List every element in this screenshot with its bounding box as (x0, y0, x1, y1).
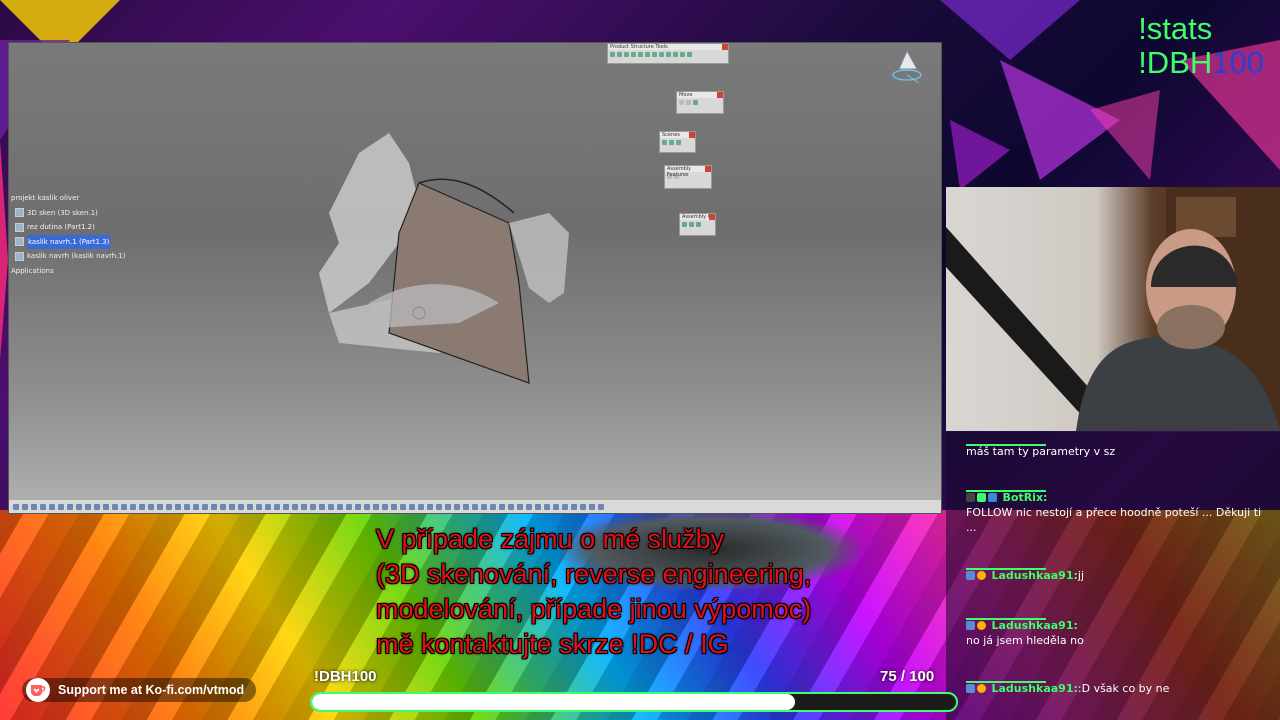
tree-item-label: kaslik navrh.1 (Part1.3) (27, 234, 111, 249)
part-icon (15, 237, 24, 247)
stats-command: !stats (1138, 11, 1213, 46)
goal-label: !DBH100 (314, 668, 377, 685)
chat-panel: máš tam ty parametry v sz BotRix: FOLLOW… (946, 432, 1280, 720)
specification-tree: projekt kaslik oliver 3D sken (3D sken.1)… (11, 191, 126, 278)
promo-line: modelování, případe jinou výpomoc) (376, 594, 812, 624)
promo-line: V případe zájmu o mé služby (376, 524, 725, 554)
dbh-command: !DBH100 (1138, 45, 1264, 80)
cad-viewport[interactable]: projekt kaslik oliver 3D sken (3D sken.1)… (8, 42, 942, 514)
compass-icon[interactable] (887, 47, 927, 87)
close-icon[interactable] (705, 166, 711, 172)
chat-message: Ladushkaa91::D však co by ne (966, 681, 1266, 696)
tree-item[interactable]: Applications (11, 264, 126, 279)
promo-line: mě kontaktujte skrze !DC / IG (376, 629, 729, 659)
tree-item-label: Applications (11, 266, 54, 275)
close-icon[interactable] (709, 214, 715, 220)
cad-bottom-toolbar[interactable] (9, 499, 941, 513)
verified-icon (977, 493, 986, 502)
close-icon[interactable] (717, 92, 723, 98)
kofi-text: Support me at Ko-fi.com/vtmod (58, 683, 245, 697)
close-icon[interactable] (722, 44, 728, 50)
toolbar-title: Assembly C (682, 214, 712, 220)
toolbar-product-structure[interactable]: Product Structure Tools (607, 43, 729, 64)
tree-item-label: rez dutina (Part1.2) (27, 223, 95, 231)
tree-item-label: 3D sken (3D sken.1) (27, 208, 98, 217)
tree-item[interactable]: kaslik navrh.1 (Part1.3) (11, 234, 126, 249)
badge-icon (966, 571, 975, 580)
toolbar-title: Assembly Features (667, 166, 692, 178)
kofi-banner: Support me at Ko-fi.com/vtmod (22, 678, 257, 702)
tree-item[interactable]: 3D sken (3D sken.1) (11, 206, 126, 221)
webcam-feed (946, 187, 1280, 431)
chat-message: máš tam ty parametry v sz (966, 444, 1266, 459)
subscriber-icon (977, 621, 986, 630)
part-icon (15, 222, 24, 232)
toolbar-assembly-c[interactable]: Assembly C (679, 213, 716, 236)
goal-progress-bar (310, 692, 958, 712)
tree-item-label: kaslik navrh (kaslik navrh.1) (27, 252, 126, 260)
chat-message: Ladushkaa91: no já jsem hleděla no (966, 618, 1266, 648)
part-icon (15, 251, 24, 261)
toolbar-assembly-features[interactable]: Assembly Features (664, 165, 712, 189)
subscriber-icon (977, 571, 986, 580)
toolbar-move[interactable]: Move (676, 91, 724, 114)
badge-icon (966, 621, 975, 630)
toolbar-title: Product Structure Tools (610, 44, 668, 50)
part-icon (15, 208, 24, 218)
close-icon[interactable] (689, 132, 695, 138)
badge-icon (966, 493, 975, 502)
toolbar-title: Move (679, 92, 693, 98)
goal-count: 75 / 100 (880, 668, 935, 685)
chat-message: Ladushkaa91:jj (966, 568, 1266, 583)
subscriber-icon (977, 684, 986, 693)
kofi-cup-icon (26, 678, 50, 702)
badge-icon (966, 684, 975, 693)
promo-text: V případe zájmu o mé služby (3D skenován… (376, 522, 916, 662)
toolbar-scenes[interactable]: Scenes (659, 131, 696, 153)
command-overlay: !stats !DBH100 (1138, 12, 1264, 80)
tree-item[interactable]: rez dutina (Part1.2) (11, 220, 126, 235)
tree-item[interactable]: kaslik navrh (kaslik navrh.1) (11, 249, 126, 264)
toolbar-title: Scenes (662, 132, 680, 138)
chat-message: BotRix: FOLLOW nic nestojí a přece hoodn… (966, 490, 1266, 535)
tree-item[interactable]: projekt kaslik oliver (11, 191, 126, 206)
promo-line: (3D skenování, reverse engineering, (376, 559, 812, 589)
goal-progress-fill (312, 694, 795, 710)
tree-item-label: projekt kaslik oliver (11, 194, 80, 202)
bot-icon (988, 493, 997, 502)
